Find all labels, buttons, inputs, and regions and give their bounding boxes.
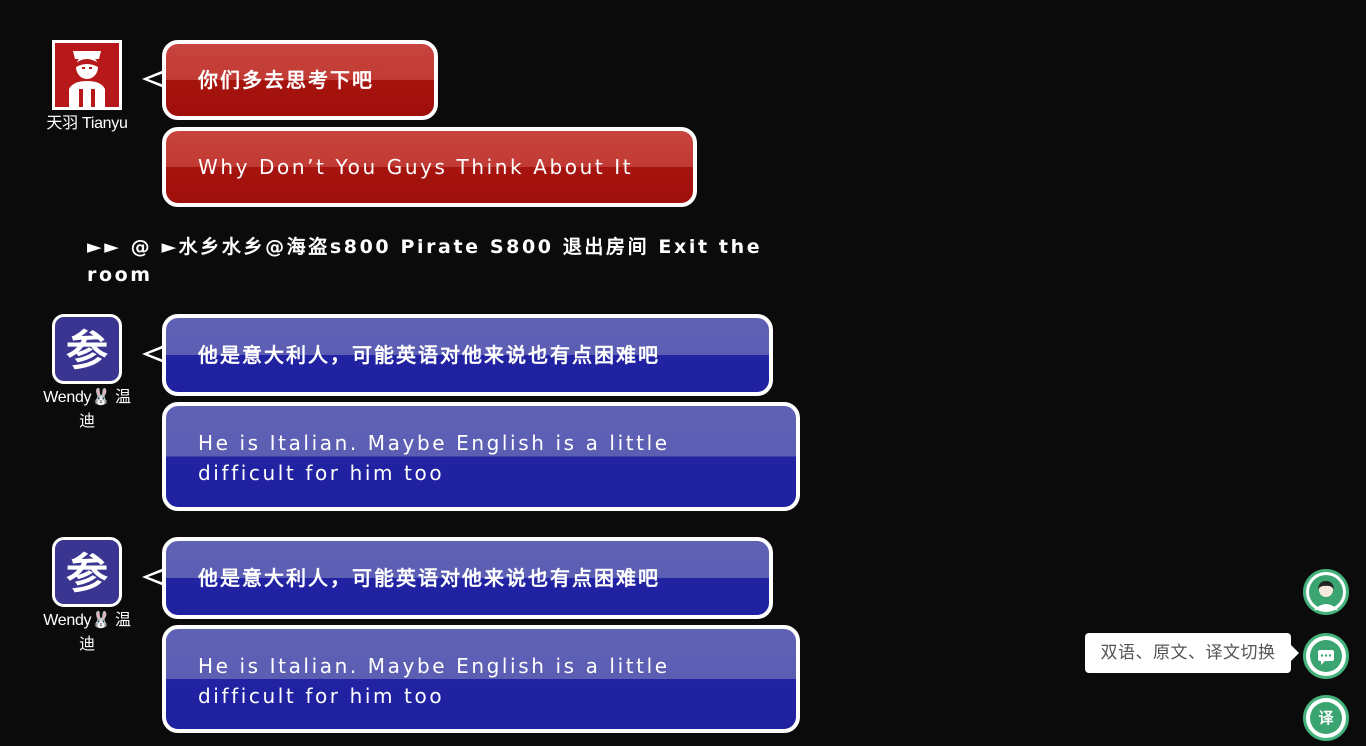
translation-bubble[interactable]: He is Italian. Maybe English is a little…	[162, 402, 800, 511]
sender-name: 天羽 Tianyu	[46, 115, 128, 132]
sender: 天羽 Tianyu	[36, 40, 138, 136]
bubble-tail	[142, 70, 164, 88]
original-text: 他是意大利人，可能英语对他来说也有点困难吧	[198, 566, 660, 590]
avatar-tool-button[interactable]	[1303, 569, 1349, 615]
nurse-avatar-icon	[55, 43, 119, 107]
translate-icon: 译	[1310, 702, 1342, 734]
sender: 参 Wendy🐰 温迪	[36, 314, 138, 434]
original-text: 他是意大利人，可能英语对他来说也有点困难吧	[198, 343, 660, 367]
bilingual-toggle-button[interactable]	[1303, 633, 1349, 679]
avatar[interactable]: 参	[52, 314, 122, 384]
user-face-icon	[1309, 575, 1343, 610]
sender-name: Wendy🐰 温迪	[43, 389, 131, 430]
sender-name: Wendy🐰 温迪	[43, 612, 131, 653]
avatar[interactable]: 参	[52, 537, 122, 607]
bubble-tail	[142, 345, 164, 363]
original-bubble[interactable]: 他是意大利人，可能英语对他来说也有点困难吧	[162, 314, 773, 396]
translation-text: Why Don’t You Guys Think About It	[198, 155, 634, 179]
bubble-tail	[142, 568, 164, 586]
translate-button[interactable]: 译	[1303, 695, 1349, 741]
system-message: ►► @ ►水乡水乡@海盗s800 Pirate S800 退出房间 Exit …	[87, 236, 763, 286]
svg-text:参: 参	[66, 549, 108, 598]
translation-bubble[interactable]: He is Italian. Maybe English is a little…	[162, 625, 800, 733]
translation-text: He is Italian. Maybe English is a little…	[198, 654, 670, 708]
translation-text: He is Italian. Maybe English is a little…	[198, 431, 670, 485]
original-bubble[interactable]: 你们多去思考下吧	[162, 40, 438, 120]
can-character-avatar-icon: 参	[57, 319, 117, 379]
svg-text:参: 参	[66, 326, 108, 375]
avatar[interactable]	[52, 40, 122, 110]
can-character-avatar-icon: 参	[57, 542, 117, 602]
original-text: 你们多去思考下吧	[198, 68, 374, 92]
mode-tooltip: 双语、原文、译文切换	[1085, 633, 1299, 673]
original-bubble[interactable]: 他是意大利人，可能英语对他来说也有点困难吧	[162, 537, 773, 619]
translation-bubble[interactable]: Why Don’t You Guys Think About It	[162, 127, 697, 207]
chat-bubble-icon	[1310, 640, 1342, 672]
sender: 参 Wendy🐰 温迪	[36, 537, 138, 657]
